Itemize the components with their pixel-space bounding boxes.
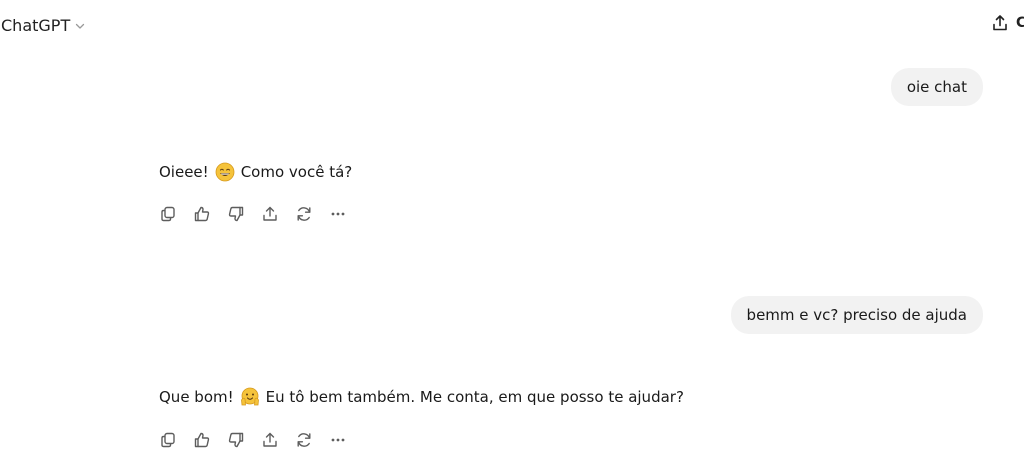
good-response-button[interactable] xyxy=(192,204,212,224)
assistant-message: Oieee! Como você tá? xyxy=(159,160,352,184)
thumbs-down-icon xyxy=(228,206,244,222)
more-icon xyxy=(331,438,345,442)
good-response-button[interactable] xyxy=(192,430,212,450)
share-icon xyxy=(263,432,277,447)
regenerate-icon xyxy=(297,433,311,447)
assistant-message: Que bom! Eu tô bem também. Me conta, em … xyxy=(159,385,684,409)
thumbs-down-icon xyxy=(228,432,244,448)
assistant-message-text-continued: Como você tá? xyxy=(240,163,353,181)
share-icon xyxy=(993,15,1007,31)
grinning-face-emoji-icon xyxy=(215,162,235,182)
copy-button[interactable] xyxy=(158,204,178,224)
user-message: oie chat xyxy=(890,68,983,106)
top-bar: ChatGPT Compartilhar xyxy=(0,0,1024,56)
copy-icon xyxy=(161,432,175,448)
share-button[interactable]: Compartilhar xyxy=(992,14,1024,32)
chevron-down-icon xyxy=(76,23,85,29)
share-message-button[interactable] xyxy=(260,430,280,450)
model-switcher[interactable]: ChatGPT xyxy=(1,16,86,35)
copy-icon xyxy=(161,206,175,222)
copy-button[interactable] xyxy=(158,430,178,450)
assistant-message-text: Que bom! xyxy=(159,388,234,406)
user-message-text: oie chat xyxy=(906,78,967,96)
thumbs-up-icon xyxy=(194,432,210,448)
model-name: ChatGPT xyxy=(1,16,71,35)
more-icon xyxy=(331,212,345,216)
regenerate-button[interactable] xyxy=(294,204,314,224)
share-message-button[interactable] xyxy=(260,204,280,224)
more-actions-button[interactable] xyxy=(328,430,348,450)
message-actions xyxy=(158,430,348,450)
assistant-message-text-continued: Eu tô bem também. Me conta, em que posso… xyxy=(265,388,684,406)
bad-response-button[interactable] xyxy=(226,204,246,224)
user-message: bemm e vc? preciso de ajuda xyxy=(730,296,983,334)
message-actions xyxy=(158,204,348,224)
thumbs-up-icon xyxy=(194,206,210,222)
bad-response-button[interactable] xyxy=(226,430,246,450)
share-icon xyxy=(263,206,277,221)
hugging-face-emoji-icon xyxy=(240,387,260,407)
more-actions-button[interactable] xyxy=(328,204,348,224)
regenerate-icon xyxy=(297,207,311,221)
user-message-text: bemm e vc? preciso de ajuda xyxy=(746,306,967,324)
regenerate-button[interactable] xyxy=(294,430,314,450)
assistant-message-text: Oieee! xyxy=(159,163,209,181)
share-label: Compartilhar xyxy=(1016,15,1024,31)
